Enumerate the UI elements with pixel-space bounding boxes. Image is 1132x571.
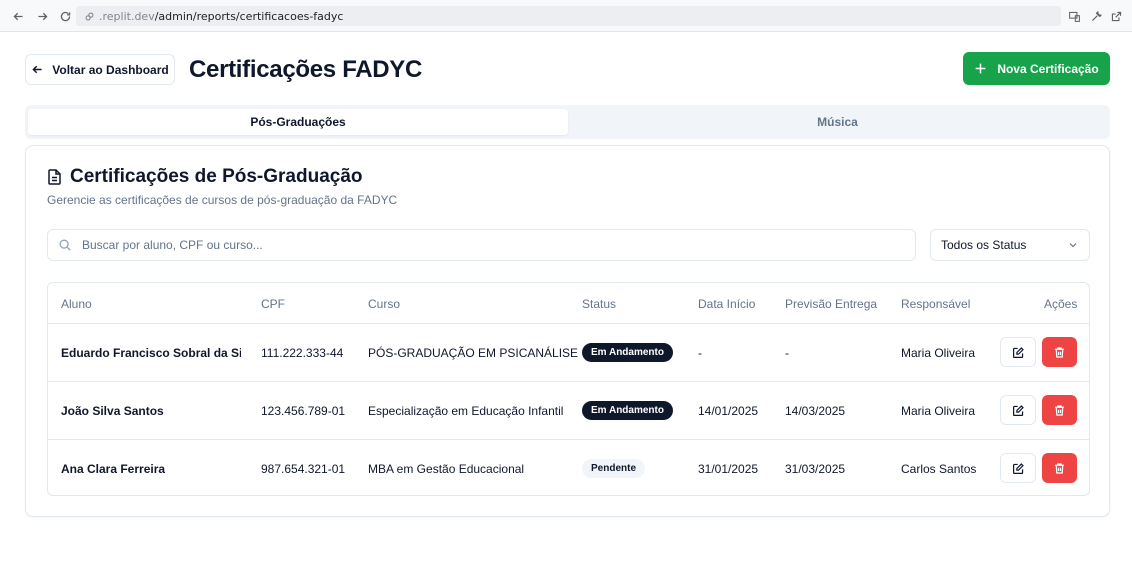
address-bar[interactable]: .replit.dev/admin/reports/certificacoes-… [76,6,1061,26]
delete-button[interactable] [1042,395,1077,425]
search-input[interactable] [82,238,882,252]
chevron-down-icon [1069,243,1077,248]
table-row: João Silva Santos 123.456.789-01 Especia… [48,382,1089,440]
trash-icon [1055,404,1064,416]
table-row: Ana Clara Ferreira 987.654.321-01 MBA em… [48,440,1089,495]
card-title-text: Certificações de Pós-Graduação [70,166,363,187]
column-header-cpf: CPF [261,297,285,311]
cell-previsao-entrega: 14/03/2025 [785,404,846,418]
column-header-data-inicio: Data Início [698,297,756,311]
page-title: Certificações FADYC [189,56,423,83]
cell-responsavel: Maria Oliveira [901,346,976,360]
cell-data-inicio: 14/01/2025 [698,404,759,418]
column-header-status: Status [582,297,617,311]
table-header: Aluno CPF Curso Status Data Início Previ… [48,283,1089,324]
edit-icon [1012,462,1024,474]
tab-pos-graduacoes[interactable]: Pós-Graduações [28,109,568,135]
edit-button[interactable] [1000,337,1036,367]
cell-aluno: Eduardo Francisco Sobral da Silv [61,346,241,360]
cell-previsao-entrega: - [785,346,789,360]
status-badge: Em Andamento [582,343,673,362]
cell-data-inicio: - [698,346,702,360]
cell-data-inicio: 31/01/2025 [698,462,759,476]
arrow-left-icon [32,65,42,74]
back-to-dashboard-button[interactable]: Voltar ao Dashboard [25,54,175,85]
edit-icon [1012,404,1024,416]
table-row: Eduardo Francisco Sobral da Silv 111.222… [48,324,1089,382]
trash-icon [1055,462,1064,474]
wrench-icon[interactable] [1088,8,1104,24]
tab-list: Pós-Graduações Música [25,105,1110,139]
column-header-previsao-entrega: Previsão Entrega [785,297,878,311]
new-certification-button[interactable]: Nova Certificação [963,52,1110,85]
column-header-aluno: Aluno [61,297,92,311]
cell-curso: Especialização em Educação Infantil [368,404,564,418]
cell-cpf: 987.654.321-01 [261,462,346,476]
cell-cpf: 111.222.333-44 [261,346,344,360]
back-button-label: Voltar ao Dashboard [52,62,169,77]
delete-button[interactable] [1042,453,1077,483]
cell-aluno: Ana Clara Ferreira [61,462,166,476]
column-header-responsavel: Responsável [901,297,971,311]
status-filter-select[interactable]: Todos os Status [930,229,1090,261]
browser-toolbar: .replit.dev/admin/reports/certificacoes-… [0,0,1132,32]
cell-curso: PÓS-GRADUAÇÃO EM PSICANÁLISE [368,346,579,360]
site-info-icon[interactable] [84,10,96,22]
cell-previsao-entrega: 31/03/2025 [785,462,846,476]
cell-aluno: João Silva Santos [61,404,164,418]
new-button-label: Nova Certificação [997,61,1099,76]
column-header-curso: Curso [368,297,401,311]
tab-musica[interactable]: Música [568,109,1107,135]
edit-icon [1012,346,1024,358]
card-subtitle: Gerencie as certificações de cursos de p… [47,193,398,207]
open-external-icon[interactable] [1108,8,1124,24]
cell-cpf: 123.456.789-01 [261,404,346,418]
search-box [47,229,916,261]
certifications-card: Certificações de Pós-Graduação Gerencie … [25,145,1110,517]
certifications-table: Aluno CPF Curso Status Data Início Previ… [47,282,1090,496]
forward-arrow-icon[interactable] [33,7,51,25]
edit-button[interactable] [1000,395,1036,425]
file-text-icon [48,169,61,185]
edit-button[interactable] [1000,453,1036,483]
status-badge: Em Andamento [582,401,673,420]
back-arrow-icon[interactable] [9,7,27,25]
delete-button[interactable] [1042,337,1077,367]
card-title: Certificações de Pós-Graduação [47,166,363,188]
url-domain: .replit.dev [99,9,155,23]
url-path: /admin/reports/certificacoes-fadyc [154,9,344,23]
cell-responsavel: Maria Oliveira [901,404,976,418]
devices-icon[interactable] [1066,8,1082,24]
cell-responsavel: Carlos Santos [901,462,977,476]
status-badge: Pendente [582,459,646,478]
reload-icon[interactable] [56,7,74,25]
cell-curso: MBA em Gestão Educacional [368,462,525,476]
plus-icon [975,63,986,74]
status-filter-value: Todos os Status [941,238,1027,252]
column-header-acoes: Ações [1044,297,1078,311]
search-icon [59,239,71,251]
trash-icon [1055,346,1064,358]
